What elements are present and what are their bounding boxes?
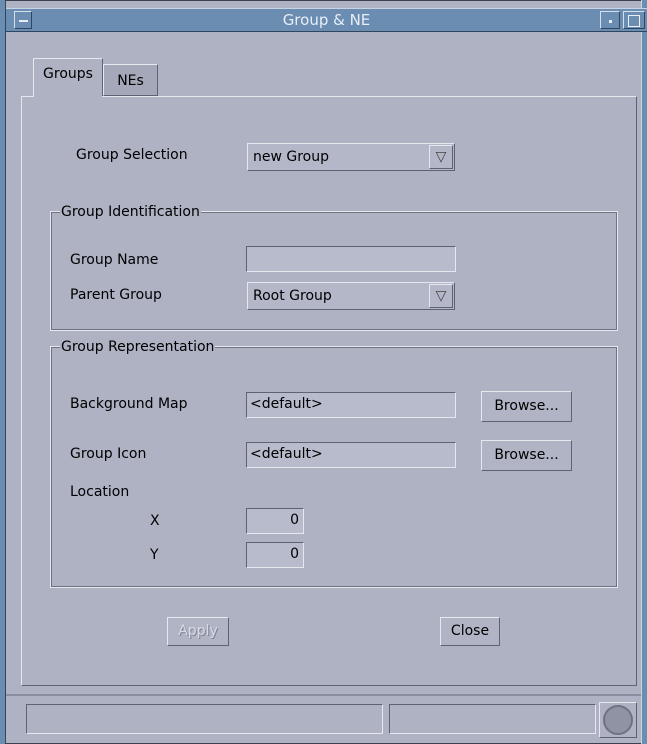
y-coordinate-field[interactable]: 0	[246, 542, 304, 568]
group-icon-label: Group Icon	[70, 446, 147, 462]
group-icon-field[interactable]: <default>	[246, 442, 456, 468]
group-selection-value: new Group	[253, 149, 330, 165]
x-label: X	[150, 513, 160, 529]
parent-group-label: Parent Group	[70, 287, 162, 303]
window-title: Group & NE	[282, 11, 371, 29]
group-selection-label: Group Selection	[76, 147, 188, 163]
group-name-label: Group Name	[70, 252, 159, 268]
chevron-down-icon[interactable]: ▽	[429, 145, 453, 169]
title-bar[interactable]: Group & NE	[6, 8, 647, 32]
status-field-left	[26, 704, 383, 734]
apply-button[interactable]: Apply	[167, 617, 229, 646]
tab-groups-label: Groups	[43, 66, 93, 82]
x-coordinate-field[interactable]: 0	[246, 508, 304, 534]
y-label: Y	[150, 547, 159, 563]
maximize-icon	[628, 15, 640, 27]
window-frame-right	[641, 0, 647, 744]
stop-button[interactable]	[599, 702, 637, 738]
group-name-field[interactable]	[246, 246, 456, 272]
background-map-label: Background Map	[70, 396, 188, 412]
location-label: Location	[70, 484, 130, 500]
tab-nes[interactable]: NEs	[103, 64, 158, 96]
tab-nes-label: NEs	[117, 73, 144, 89]
tab-join	[34, 95, 102, 98]
window-menu-button[interactable]	[14, 11, 32, 29]
chevron-down-icon[interactable]: ▽	[429, 284, 453, 308]
group-identification-legend: Group Identification	[60, 203, 201, 221]
parent-group-value: Root Group	[253, 288, 332, 304]
browse-background-button[interactable]: Browse...	[481, 391, 572, 422]
window-frame-left	[0, 0, 6, 744]
background-map-field[interactable]: <default>	[246, 392, 456, 418]
minimize-icon	[609, 20, 612, 23]
menu-icon	[19, 20, 28, 22]
status-divider	[6, 694, 641, 696]
group-representation-legend: Group Representation	[60, 338, 216, 356]
tab-groups[interactable]: Groups	[33, 58, 103, 96]
maximize-button[interactable]	[623, 11, 645, 29]
browse-icon-button[interactable]: Browse...	[481, 440, 572, 471]
group-selection-combo[interactable]: new Group ▽	[247, 143, 455, 171]
status-field-right	[389, 704, 596, 734]
minimize-button[interactable]	[600, 11, 620, 29]
stop-icon	[603, 705, 633, 735]
close-button[interactable]: Close	[440, 617, 500, 646]
parent-group-combo[interactable]: Root Group ▽	[247, 282, 455, 310]
